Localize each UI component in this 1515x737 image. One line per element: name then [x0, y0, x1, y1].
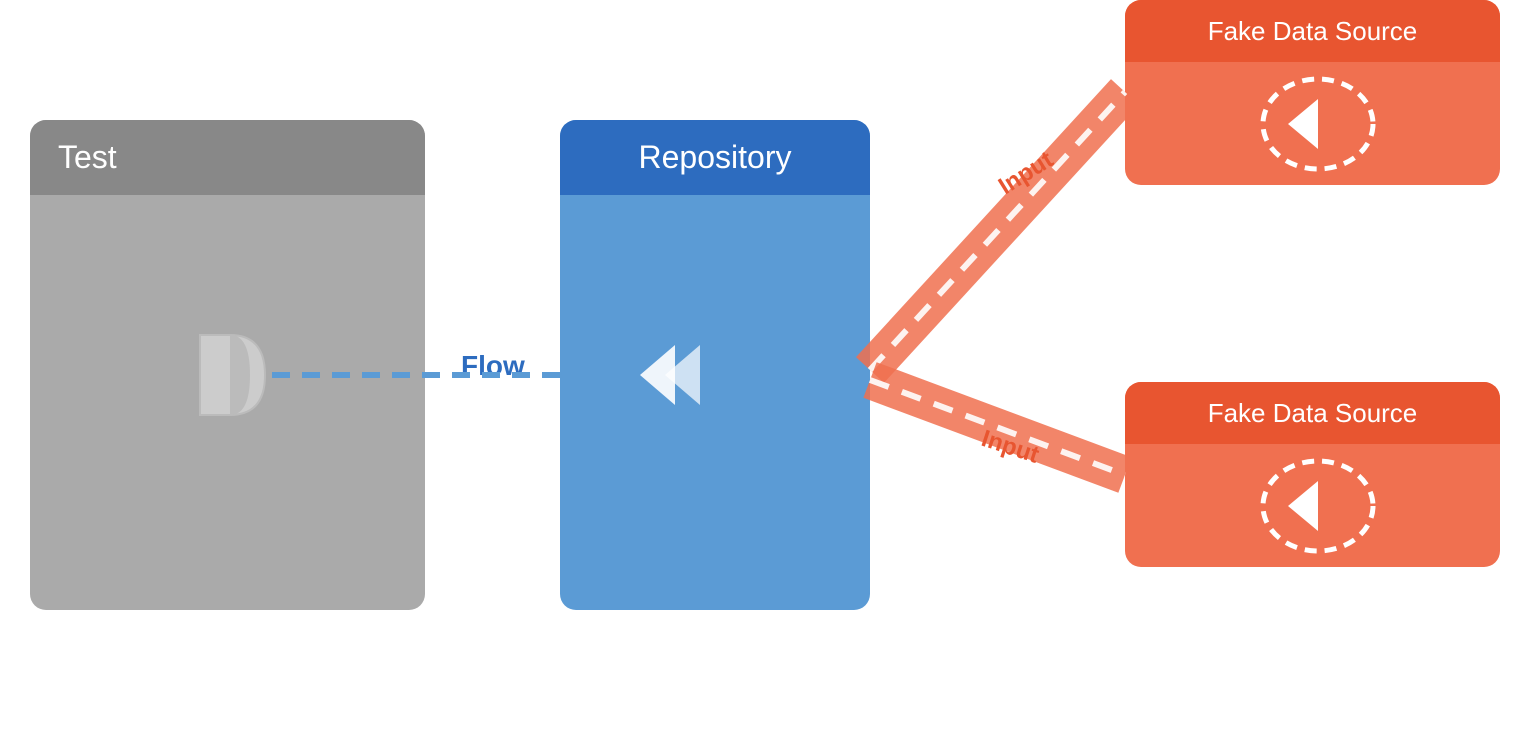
input-dashes-bottom — [870, 380, 1125, 475]
input-dashes-top — [870, 92, 1125, 370]
input-band-bottom — [870, 380, 1125, 475]
test-title: Test — [58, 139, 117, 176]
repository-header: Repository — [560, 120, 870, 195]
fds-block-bottom: Fake Data Source — [1125, 382, 1500, 567]
fds-block-top: Fake Data Source — [1125, 0, 1500, 185]
flow-label: Flow — [461, 350, 525, 382]
test-header: Test — [30, 120, 425, 195]
fds-top-header: Fake Data Source — [1125, 0, 1500, 62]
fds-bottom-header: Fake Data Source — [1125, 382, 1500, 444]
canvas: Test Repository Fake Data Source — [0, 0, 1515, 737]
repository-block: Repository — [560, 120, 870, 610]
input-label-bottom: Input — [978, 425, 1042, 469]
fds-top-body — [1125, 62, 1500, 185]
input-label-top: Input — [994, 146, 1058, 200]
fds-bottom-body — [1125, 444, 1500, 567]
input-band-top — [870, 92, 1125, 370]
fds-bottom-title: Fake Data Source — [1208, 398, 1418, 429]
port-shape — [195, 330, 270, 420]
repository-title: Repository — [639, 139, 792, 176]
fds-top-title: Fake Data Source — [1208, 16, 1418, 47]
